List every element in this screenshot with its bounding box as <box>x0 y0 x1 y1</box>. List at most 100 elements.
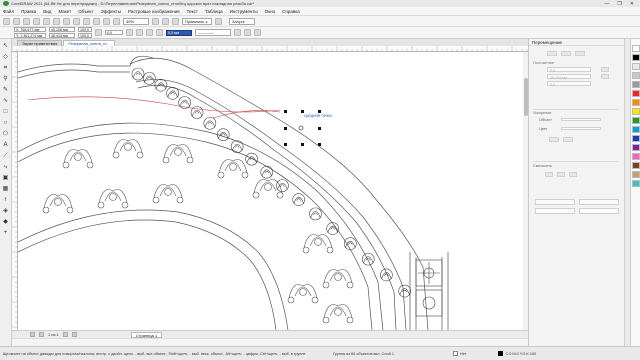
palette-swatch[interactable] <box>632 81 640 88</box>
eyedropper-tool-icon[interactable]: ⟊ <box>2 196 10 204</box>
palette-swatch[interactable] <box>632 144 640 151</box>
ellipse-tool-icon[interactable]: ○ <box>2 119 10 127</box>
save-icon[interactable] <box>23 17 30 25</box>
docker-mode-button-2[interactable] <box>561 51 571 56</box>
palette-swatch[interactable] <box>632 108 640 115</box>
snap-to-combo[interactable]: Привязать к <box>182 17 212 25</box>
palette-swatch[interactable] <box>632 162 640 169</box>
scale-width-field[interactable]: 100,0 <box>78 26 92 33</box>
palette-swatch[interactable] <box>632 72 640 79</box>
shape-tool-icon[interactable]: ◇ <box>2 53 10 61</box>
menu-table[interactable]: Таблица <box>205 9 223 14</box>
docker-object-slider[interactable] <box>561 118 601 121</box>
full-screen-icon[interactable] <box>152 17 159 25</box>
add-tool-icon[interactable]: + <box>2 229 10 237</box>
freehand-tool-icon[interactable]: ✎ <box>2 86 10 94</box>
prev-page-button[interactable] <box>39 332 44 337</box>
paste-icon[interactable] <box>63 17 70 25</box>
artistic-media-icon[interactable]: ∿ <box>2 97 10 105</box>
menu-layout[interactable]: Макет <box>58 9 71 14</box>
docker-apply-button-right[interactable] <box>579 199 619 205</box>
line-style-combo[interactable]: ———— <box>195 29 231 36</box>
menu-view[interactable]: Вид <box>43 9 51 14</box>
docker-apply-button-left-2[interactable] <box>535 208 575 214</box>
rotation-center-handle[interactable] <box>298 125 304 131</box>
palette-swatch[interactable] <box>632 54 640 61</box>
parallel-dimension-icon[interactable]: ⟋ <box>2 152 10 160</box>
fill-swatch-icon[interactable] <box>453 351 458 356</box>
palette-swatch[interactable] <box>632 45 640 52</box>
menu-bitmaps[interactable]: Растровые изображения <box>128 9 180 14</box>
first-page-button[interactable] <box>30 332 35 337</box>
palette-swatch[interactable] <box>632 117 640 124</box>
palette-swatch[interactable] <box>632 99 640 106</box>
pdf-icon[interactable] <box>113 17 120 25</box>
align-icon[interactable] <box>146 29 153 36</box>
x-position-field[interactable]: X: 768,677 мм <box>14 26 46 33</box>
docker-color-slider[interactable] <box>561 127 601 130</box>
add-page-button[interactable] <box>71 332 77 337</box>
outline-width-field[interactable]: 0,0 мм <box>166 29 192 36</box>
docker-mode-button-3[interactable] <box>575 51 585 56</box>
docker-option-2[interactable] <box>601 74 609 79</box>
maximize-button[interactable]: ❐ <box>617 1 621 7</box>
drawing-canvas[interactable]: средняя точка <box>18 52 523 330</box>
pick-tool-icon[interactable]: ↖ <box>2 42 10 50</box>
height-field[interactable]: 46,415 мм <box>49 32 75 39</box>
options-gear-icon[interactable] <box>215 17 222 25</box>
docker-y-field[interactable]: 45,254 мм <box>547 74 591 80</box>
docker-smooth-btn-2[interactable] <box>557 172 565 177</box>
cut-icon[interactable] <box>43 17 50 25</box>
menu-tools[interactable]: Инструменты <box>230 9 258 14</box>
menu-file[interactable]: Файл <box>3 9 14 14</box>
palette-swatch[interactable] <box>632 63 640 70</box>
palette-swatch[interactable] <box>632 153 640 160</box>
minimize-button[interactable]: — <box>604 1 609 7</box>
rotation-angle-field[interactable]: 0,0 <box>105 29 123 36</box>
palette-swatch[interactable] <box>632 90 640 97</box>
width-field[interactable]: 45,106 мм <box>49 26 75 33</box>
rulers-icon[interactable] <box>162 17 169 25</box>
copy-icon[interactable] <box>53 17 60 25</box>
import-icon[interactable] <box>93 17 100 25</box>
palette-swatch[interactable] <box>632 135 640 142</box>
smart-fill-icon[interactable]: ◆ <box>2 218 10 226</box>
ungroup-icon[interactable] <box>156 29 163 36</box>
docker-smooth-btn-3[interactable] <box>569 172 577 177</box>
docker-x-field[interactable]: 0,0 <box>547 67 591 73</box>
docker-apply-button-left[interactable] <box>535 199 575 205</box>
docker-mode-button-1[interactable] <box>547 51 557 56</box>
print-icon[interactable] <box>33 17 40 25</box>
vertical-scroll-thumb[interactable] <box>523 78 528 116</box>
docker-apply-button-right-2[interactable] <box>579 208 619 214</box>
wrap-text-icon[interactable] <box>234 29 241 36</box>
rectangle-tool-icon[interactable]: □ <box>2 108 10 116</box>
docker-accel-btn-2[interactable] <box>563 137 573 142</box>
redo-icon[interactable] <box>83 17 90 25</box>
horizontal-scrollbar[interactable] <box>12 338 528 346</box>
palette-swatch[interactable] <box>632 180 640 187</box>
y-position-field[interactable]: Y: 1 361,274 мм <box>14 32 46 39</box>
menu-help[interactable]: Справка <box>282 9 300 14</box>
zoom-tool-icon[interactable]: ⚲ <box>2 75 10 83</box>
next-page-button[interactable] <box>62 332 68 337</box>
menu-object[interactable]: Объект <box>78 9 93 14</box>
polygon-tool-icon[interactable]: ⬠ <box>2 130 10 138</box>
interactive-fill-icon[interactable]: ◈ <box>2 207 10 215</box>
menu-window[interactable]: Окно <box>265 9 275 14</box>
launch-combo[interactable]: Запуск <box>229 17 255 25</box>
close-button[interactable]: ✕ <box>630 1 634 7</box>
menu-edit[interactable]: Правка <box>21 9 36 14</box>
outline-swatch-icon[interactable] <box>498 351 504 356</box>
new-document-icon[interactable] <box>3 17 10 25</box>
export-icon[interactable] <box>103 17 110 25</box>
mirror-vertical-icon[interactable] <box>136 29 143 36</box>
zoom-level-combo[interactable]: 49% <box>123 17 149 25</box>
docker-accel-btn-1[interactable] <box>549 137 559 142</box>
palette-swatch[interactable] <box>632 171 640 178</box>
undo-icon[interactable] <box>73 17 80 25</box>
docker-z-field[interactable]: 0,0 <box>547 81 591 87</box>
to-front-icon[interactable] <box>244 29 251 36</box>
palette-swatch[interactable] <box>632 126 640 133</box>
menu-text[interactable]: Текст <box>187 9 198 14</box>
